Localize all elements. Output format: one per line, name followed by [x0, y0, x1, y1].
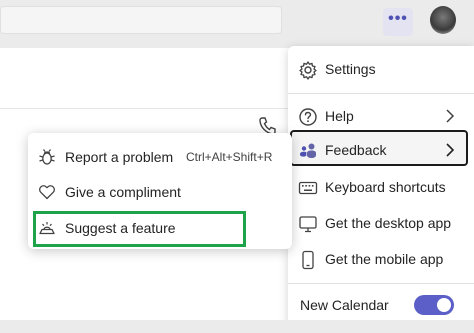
- menu-divider: [288, 283, 474, 284]
- toggle-knob: [437, 298, 451, 312]
- content-divider: [0, 108, 300, 109]
- menu-item-mobile-app[interactable]: Get the mobile app: [288, 241, 474, 277]
- menu-item-feedback[interactable]: Feedback: [288, 132, 474, 168]
- menu-item-label: Help: [325, 108, 354, 124]
- menu-item-label: Report a problem: [65, 149, 174, 165]
- heart-icon: [39, 185, 55, 200]
- menu-item-help[interactable]: Help: [288, 98, 474, 134]
- help-circle-icon: [299, 108, 317, 126]
- gear-icon: [299, 61, 317, 80]
- menu-item-settings[interactable]: Settings: [288, 51, 474, 87]
- new-calendar-toggle[interactable]: [414, 295, 454, 315]
- top-bar: •••: [0, 0, 474, 42]
- mobile-icon: [302, 250, 314, 270]
- chevron-right-icon: [446, 143, 455, 157]
- menu-divider: [288, 93, 474, 94]
- menu-item-label: Keyboard shortcuts: [325, 179, 446, 195]
- new-calendar-label: New Calendar: [300, 297, 389, 313]
- menu-item-keyboard-shortcuts[interactable]: Keyboard shortcuts: [288, 169, 474, 205]
- feedback-icon: [300, 143, 316, 158]
- menu-item-label: Settings: [325, 61, 376, 77]
- menu-item-label: Get the mobile app: [325, 251, 444, 267]
- menu-item-give-compliment[interactable]: Give a compliment: [28, 175, 292, 209]
- desktop-icon: [299, 216, 317, 233]
- bug-icon: [39, 149, 55, 165]
- menu-item-label: Give a compliment: [65, 184, 181, 200]
- chevron-right-icon: [446, 109, 455, 123]
- bottom-strip: [0, 320, 474, 333]
- menu-item-label: Get the desktop app: [325, 215, 452, 231]
- more-options-button[interactable]: •••: [383, 8, 413, 36]
- settings-menu: Settings Help Feedback Keyboard shortcut…: [288, 46, 474, 333]
- suggest-feature-highlight: [33, 211, 246, 247]
- more-options-label: •••: [388, 10, 408, 27]
- search-input[interactable]: [0, 6, 282, 34]
- menu-item-report-problem[interactable]: Report a problem Ctrl+Alt+Shift+R: [28, 140, 292, 174]
- avatar[interactable]: [430, 6, 456, 34]
- menu-item-desktop-app[interactable]: Get the desktop app: [288, 205, 474, 241]
- keyboard-icon: [298, 181, 318, 195]
- menu-item-label: Feedback: [325, 142, 387, 158]
- shortcut-hint: Ctrl+Alt+Shift+R: [186, 150, 273, 164]
